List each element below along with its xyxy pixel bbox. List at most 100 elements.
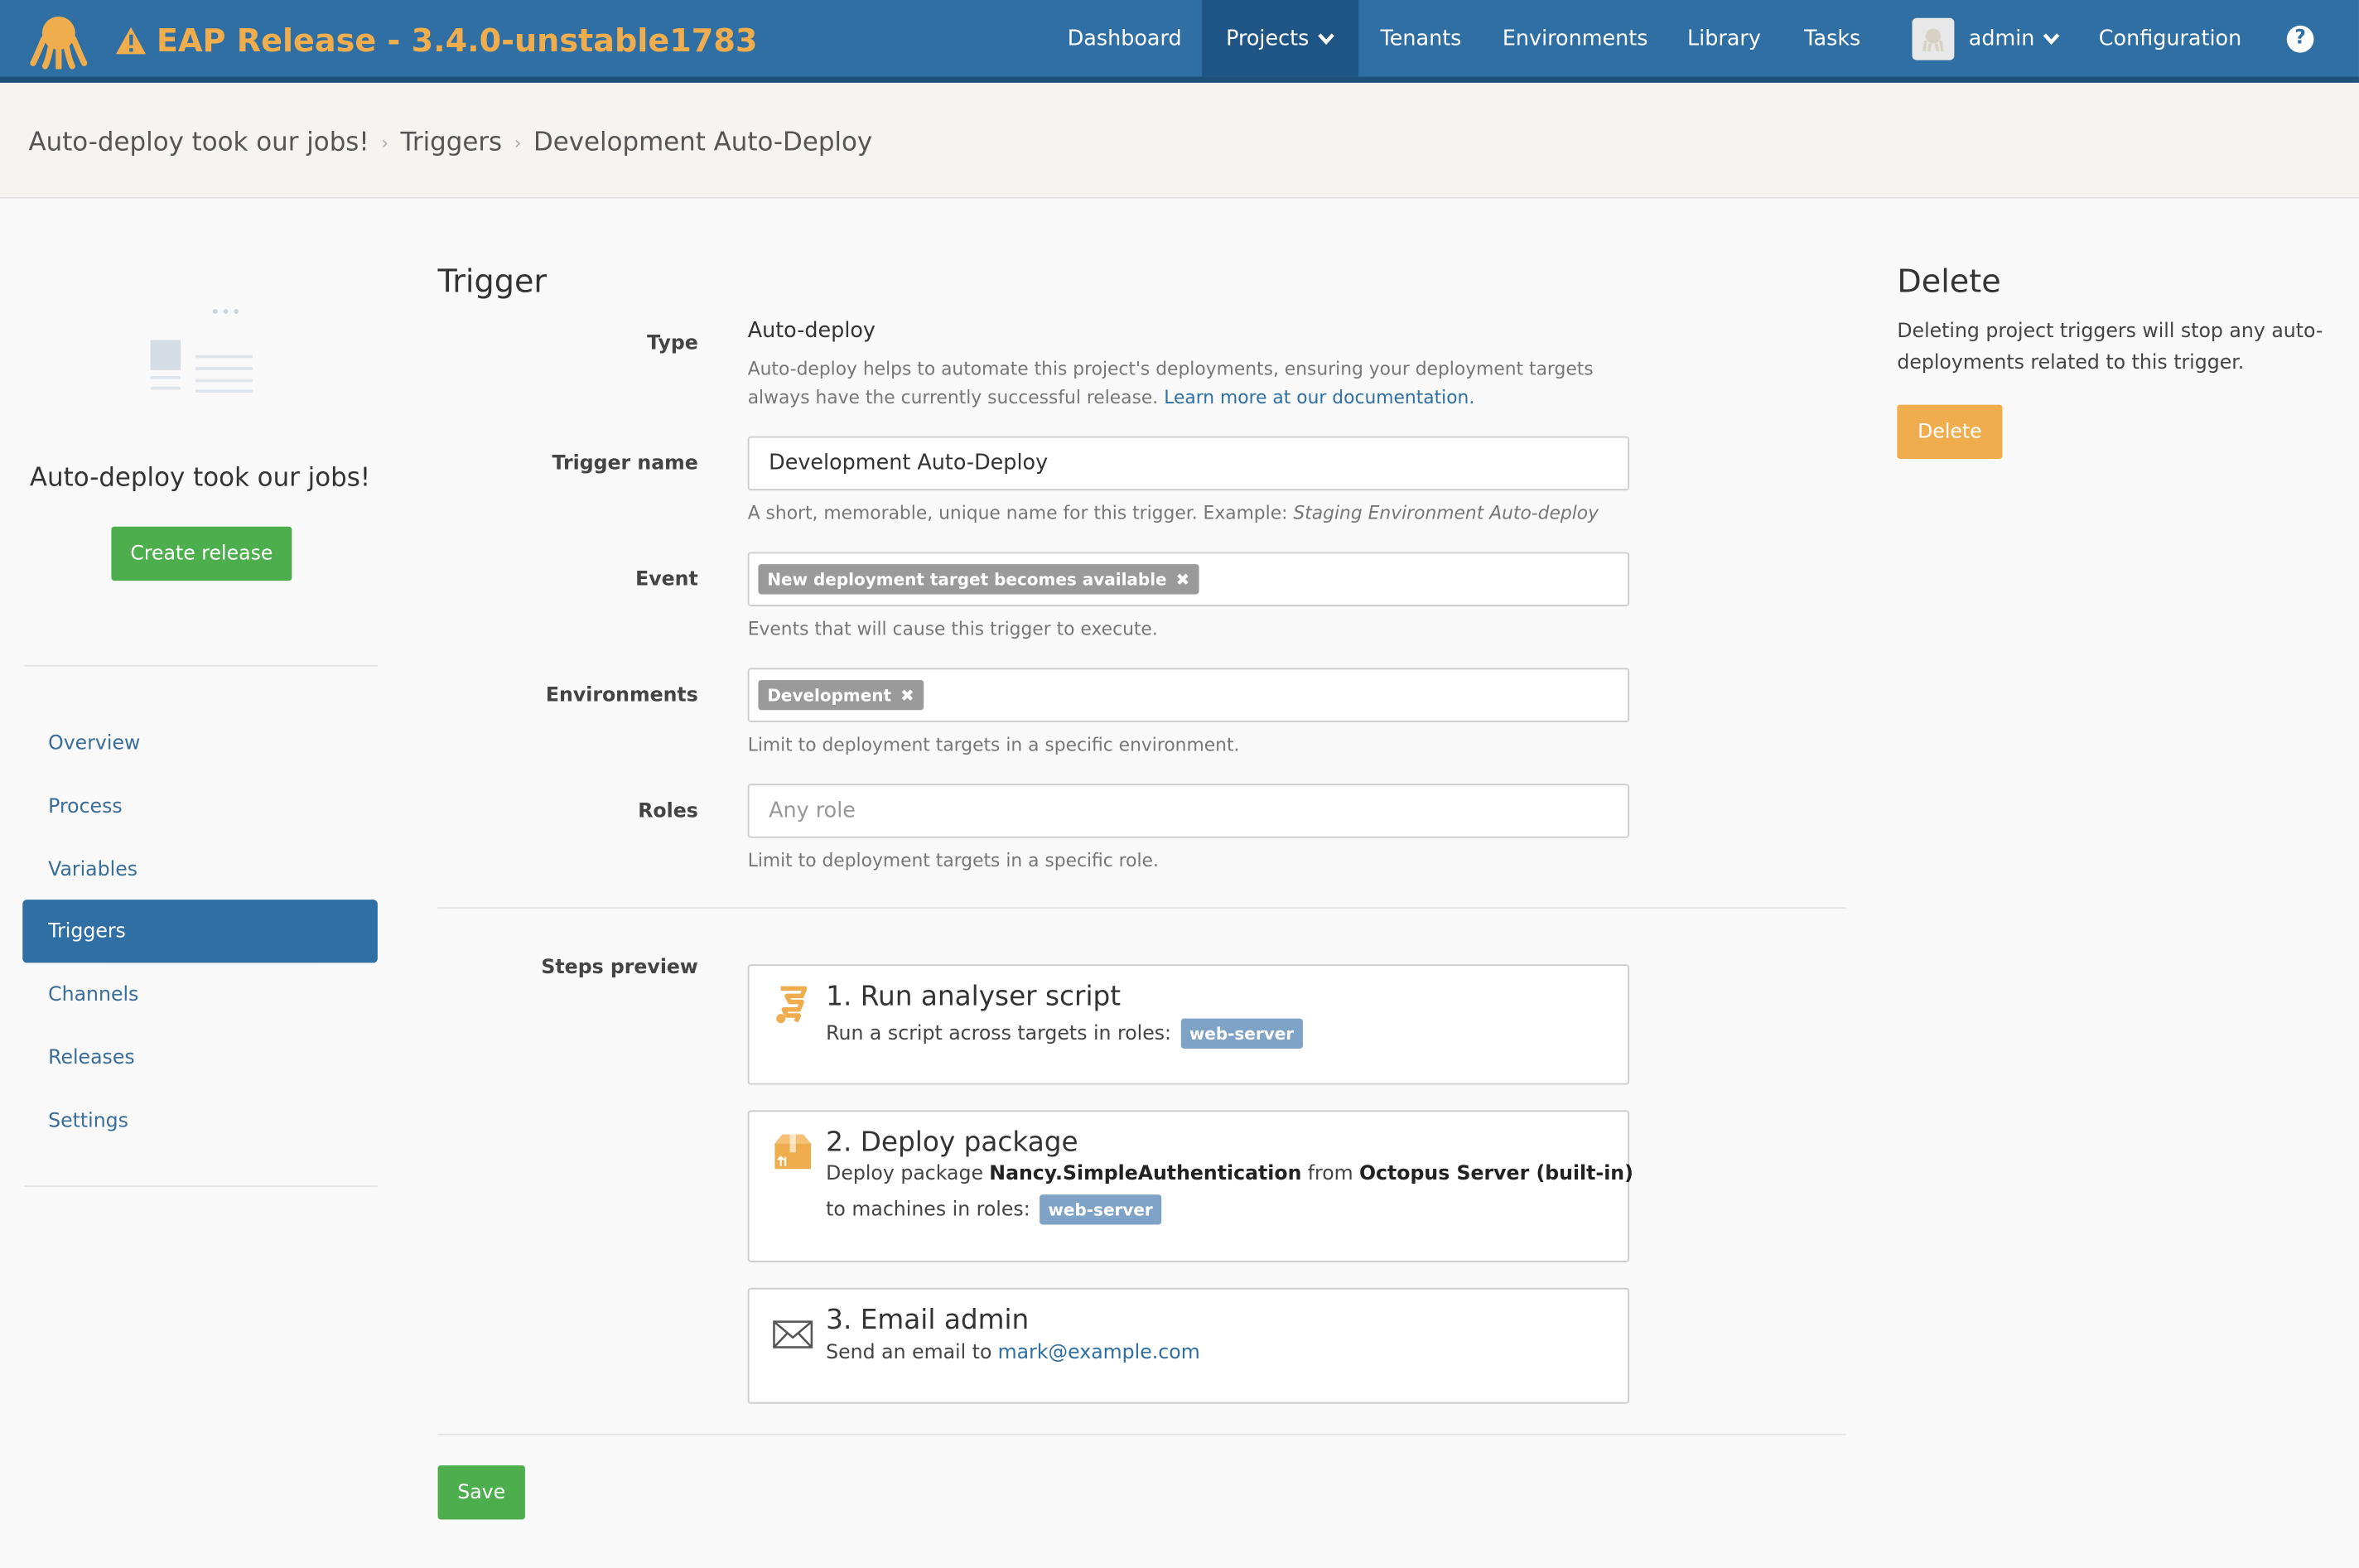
nav-library[interactable]: Library bbox=[1667, 0, 1781, 77]
help-icon: ? bbox=[2286, 24, 2314, 52]
roles-label: Roles bbox=[638, 800, 698, 823]
type-label: Type bbox=[647, 332, 698, 355]
nav-tenants-label: Tenants bbox=[1380, 26, 1462, 51]
event-help: Events that will cause this trigger to e… bbox=[747, 618, 1158, 639]
user-name: admin bbox=[1968, 26, 2035, 51]
nav-dashboard[interactable]: Dashboard bbox=[1047, 0, 1202, 77]
trigger-name-help: A short, memorable, unique name for this… bbox=[748, 499, 1599, 528]
breadcrumb-current: Development Auto-Deploy bbox=[533, 128, 873, 158]
step-description-text: Send an email to bbox=[826, 1342, 992, 1365]
email-icon bbox=[773, 1320, 813, 1348]
sidebar-item-triggers[interactable]: Triggers bbox=[22, 900, 378, 963]
step-card: 2. Deploy package Deploy package Nancy.S… bbox=[747, 1110, 1633, 1262]
package-name: Nancy.SimpleAuthentication bbox=[989, 1162, 1302, 1186]
section-divider bbox=[437, 1433, 1846, 1435]
step-title: 3. Email admin bbox=[826, 1304, 1030, 1336]
octopus-logo-icon[interactable] bbox=[30, 12, 88, 70]
trigger-name-label: Trigger name bbox=[552, 452, 698, 475]
step-description: Send an email to mark@example.com bbox=[826, 1342, 1200, 1364]
type-help-line2: always have the currently successful rel… bbox=[747, 386, 1159, 408]
nav-tasks[interactable]: Tasks bbox=[1781, 0, 1884, 77]
role-tag: web-server bbox=[1039, 1194, 1162, 1225]
remove-chip-icon[interactable]: ✖ bbox=[900, 685, 914, 705]
breadcrumb-separator-icon: › bbox=[514, 132, 522, 154]
sidebar-item-overview[interactable]: Overview bbox=[22, 712, 378, 774]
step-description: Run a script across targets in roles: we… bbox=[826, 1018, 1304, 1049]
delete-heading: Delete bbox=[1897, 263, 2001, 300]
step-description-roles-text: to machines in roles: bbox=[826, 1198, 1030, 1221]
trigger-heading: Trigger bbox=[437, 263, 548, 300]
sidebar-item-settings[interactable]: Settings bbox=[22, 1089, 378, 1152]
trigger-name-help-text: A short, memorable, unique name for this… bbox=[747, 502, 1288, 524]
section-divider bbox=[437, 907, 1846, 909]
step-description-pre: Deploy package bbox=[826, 1162, 984, 1186]
nav-configuration[interactable]: Configuration bbox=[2076, 0, 2264, 77]
top-navbar: EAP Release - 3.4.0-unstable1783 Dashboa… bbox=[0, 0, 2359, 83]
roles-input[interactable]: Any role bbox=[747, 784, 1630, 838]
event-label: Event bbox=[635, 568, 698, 591]
breadcrumb: Auto-deploy took our jobs! › Triggers › … bbox=[0, 82, 2359, 199]
trigger-name-help-example: Staging Environment Auto-deploy bbox=[1293, 502, 1599, 524]
app-title-text: EAP Release - 3.4.0-unstable1783 bbox=[156, 22, 758, 59]
script-icon bbox=[776, 986, 808, 1024]
type-help: Auto-deploy helps to automate this proje… bbox=[748, 355, 1594, 413]
nav-dashboard-label: Dashboard bbox=[1067, 26, 1182, 51]
sidebar-item-process[interactable]: Process bbox=[22, 774, 378, 837]
save-button[interactable]: Save bbox=[437, 1465, 525, 1520]
type-help-line1: Auto-deploy helps to automate this proje… bbox=[747, 358, 1594, 379]
trigger-name-input[interactable]: Development Auto-Deploy bbox=[747, 436, 1630, 491]
event-select[interactable]: New deployment target becomes available … bbox=[747, 552, 1630, 606]
nav-tenants[interactable]: Tenants bbox=[1358, 0, 1483, 77]
trigger-name-value: Development Auto-Deploy bbox=[769, 451, 1049, 475]
avatar bbox=[1911, 17, 1954, 60]
breadcrumb-triggers[interactable]: Triggers bbox=[401, 128, 503, 157]
type-help-line2-row: always have the currently successful rel… bbox=[748, 384, 1594, 413]
chevron-down-icon bbox=[1318, 32, 1335, 45]
project-name: Auto-deploy took our jobs! bbox=[29, 463, 371, 494]
delete-button[interactable]: Delete bbox=[1897, 404, 2003, 459]
event-chip-label: New deployment target becomes available bbox=[767, 569, 1167, 590]
environment-chip: Development ✖ bbox=[758, 679, 924, 711]
documentation-link[interactable]: Learn more at our documentation. bbox=[1164, 387, 1474, 408]
sidebar-divider bbox=[24, 1185, 378, 1188]
chevron-down-icon bbox=[2043, 32, 2061, 45]
nav-environments[interactable]: Environments bbox=[1483, 0, 1667, 77]
breadcrumb-separator-icon: › bbox=[381, 132, 389, 154]
environments-select[interactable]: Development ✖ bbox=[747, 668, 1630, 722]
step-title: 2. Deploy package bbox=[826, 1127, 1078, 1159]
type-value: Auto-deploy bbox=[747, 319, 876, 344]
step-description-text: Run a script across targets in roles: bbox=[826, 1022, 1172, 1045]
email-link[interactable]: mark@example.com bbox=[998, 1342, 1200, 1364]
create-release-button[interactable]: Create release bbox=[111, 526, 292, 581]
event-chip: New deployment target becomes available … bbox=[758, 564, 1199, 595]
warning-icon bbox=[115, 27, 147, 55]
user-avatar-icon bbox=[1922, 27, 1943, 51]
sidebar-item-channels[interactable]: Channels bbox=[22, 963, 378, 1025]
help-button[interactable]: ? bbox=[2272, 0, 2329, 77]
sidebar-item-releases[interactable]: Releases bbox=[22, 1026, 378, 1089]
nav-configuration-label: Configuration bbox=[2098, 26, 2242, 51]
environments-help: Limit to deployment targets in a specifi… bbox=[747, 734, 1240, 755]
package-icon bbox=[774, 1134, 811, 1170]
step-title: 1. Run analyser script bbox=[826, 981, 1122, 1013]
roles-placeholder: Any role bbox=[769, 798, 856, 823]
step-description-mid: from bbox=[1307, 1162, 1353, 1186]
nav-environments-label: Environments bbox=[1502, 26, 1648, 51]
user-menu[interactable]: admin bbox=[1896, 0, 2077, 77]
sidebar-item-variables[interactable]: Variables bbox=[22, 838, 378, 901]
sidebar-divider bbox=[24, 664, 378, 667]
project-logo-icon bbox=[150, 309, 253, 393]
breadcrumb-project[interactable]: Auto-deploy took our jobs! bbox=[29, 128, 369, 157]
steps-preview-label: Steps preview bbox=[541, 957, 698, 980]
nav-projects-label: Projects bbox=[1226, 26, 1310, 51]
environment-chip-label: Development bbox=[767, 685, 892, 705]
app-title: EAP Release - 3.4.0-unstable1783 bbox=[114, 18, 757, 63]
feed-name: Octopus Server (built-in) bbox=[1358, 1162, 1633, 1186]
remove-chip-icon[interactable]: ✖ bbox=[1175, 569, 1189, 589]
nav-projects[interactable]: Projects bbox=[1202, 0, 1359, 77]
role-tag: web-server bbox=[1180, 1018, 1304, 1049]
nav-tasks-label: Tasks bbox=[1804, 26, 1861, 51]
delete-description: Deleting project triggers will stop any … bbox=[1897, 320, 2323, 375]
page: EAP Release - 3.4.0-unstable1783 Dashboa… bbox=[0, 0, 2359, 1568]
nav-library-label: Library bbox=[1687, 26, 1761, 51]
